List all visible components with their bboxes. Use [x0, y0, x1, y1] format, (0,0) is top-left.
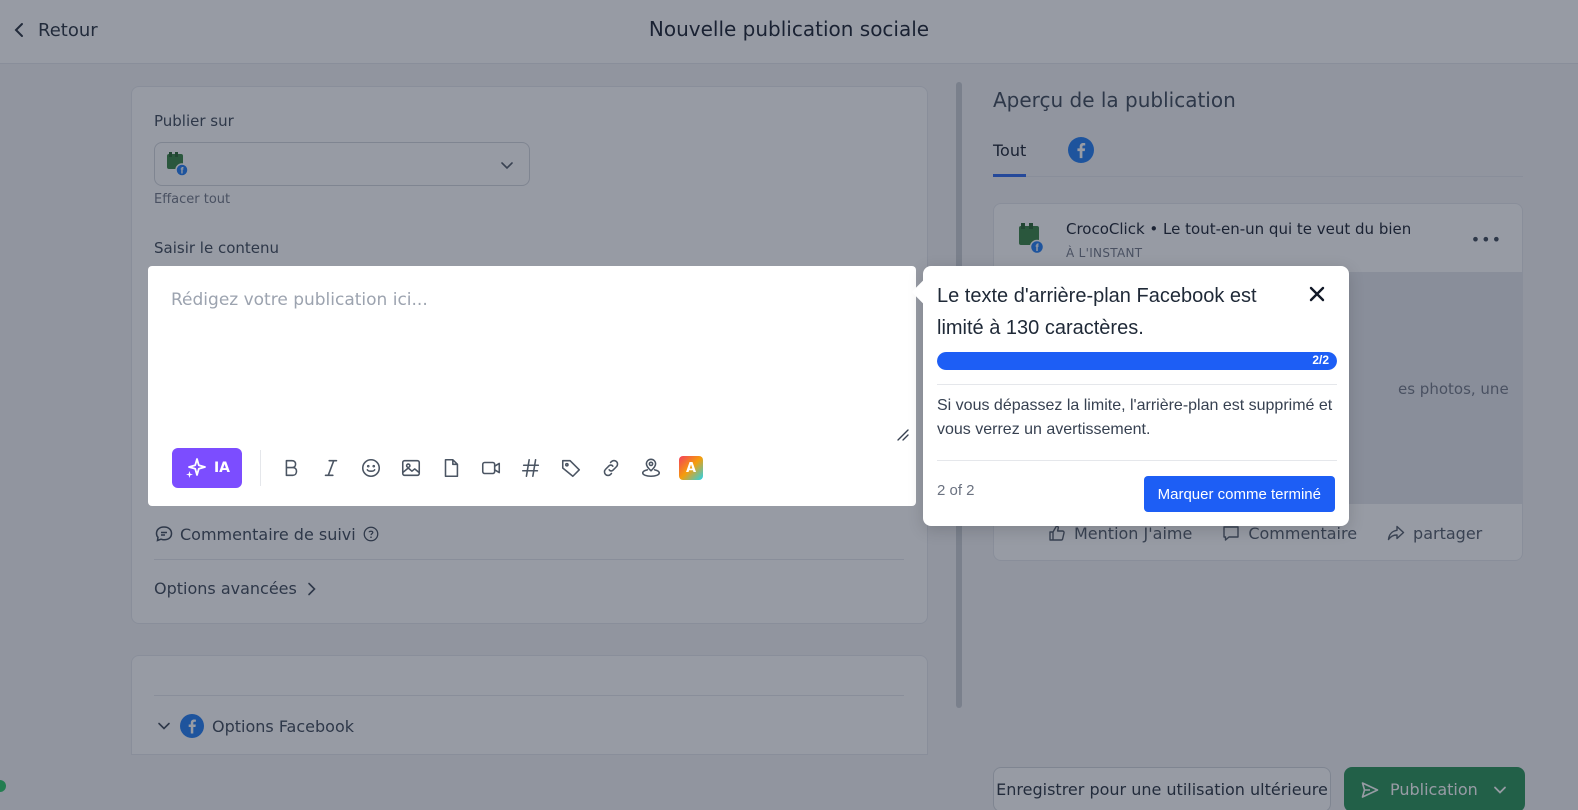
canva-icon: A — [679, 456, 703, 480]
emoji-button[interactable] — [351, 448, 391, 488]
tour-step-count: 2 of 2 — [937, 482, 975, 499]
file-icon — [444, 458, 459, 478]
tour-progress-fill: 2/2 — [937, 352, 1337, 370]
image-button[interactable] — [391, 448, 431, 488]
location-button[interactable] — [631, 448, 671, 488]
tour-step-label: 2/2 — [1312, 353, 1329, 367]
hashtag-button[interactable] — [511, 448, 551, 488]
divider — [937, 384, 1337, 385]
divider — [937, 460, 1337, 461]
resize-handle-icon[interactable] — [896, 428, 910, 442]
image-icon — [401, 459, 421, 477]
map-pin-icon — [641, 458, 661, 478]
file-button[interactable] — [431, 448, 471, 488]
editor-placeholder: Rédigez votre publication ici... — [171, 290, 428, 310]
tooltip-title: Le texte d'arrière-plan Facebook est lim… — [937, 285, 1257, 339]
italic-icon — [324, 459, 338, 477]
video-button[interactable] — [471, 448, 511, 488]
bold-button[interactable] — [271, 448, 311, 488]
toolbar-divider — [260, 450, 261, 486]
tour-tooltip: Le texte d'arrière-plan Facebook est lim… — [911, 266, 1349, 526]
hashtag-icon — [521, 458, 540, 478]
ai-button-label: IA — [213, 460, 231, 476]
tour-progress-bar: 2/2 — [937, 352, 1337, 370]
emoji-icon — [361, 458, 381, 478]
bold-icon — [285, 459, 298, 477]
canva-button[interactable]: A — [671, 448, 711, 488]
italic-button[interactable] — [311, 448, 351, 488]
content-editor[interactable]: Rédigez votre publication ici... IA A — [148, 266, 916, 506]
mark-done-button[interactable]: Marquer comme terminé — [1143, 476, 1335, 512]
close-icon[interactable] — [1307, 284, 1327, 304]
tag-icon — [561, 459, 581, 478]
video-icon — [481, 461, 501, 475]
link-icon — [603, 459, 619, 477]
editor-toolbar: IA A — [172, 448, 711, 488]
link-button[interactable] — [591, 448, 631, 488]
sparkles-icon — [185, 458, 206, 478]
ai-button[interactable]: IA — [172, 448, 242, 488]
tag-button[interactable] — [551, 448, 591, 488]
tooltip-body: Si vous dépassez la limite, l'arrière-pl… — [937, 397, 1333, 438]
